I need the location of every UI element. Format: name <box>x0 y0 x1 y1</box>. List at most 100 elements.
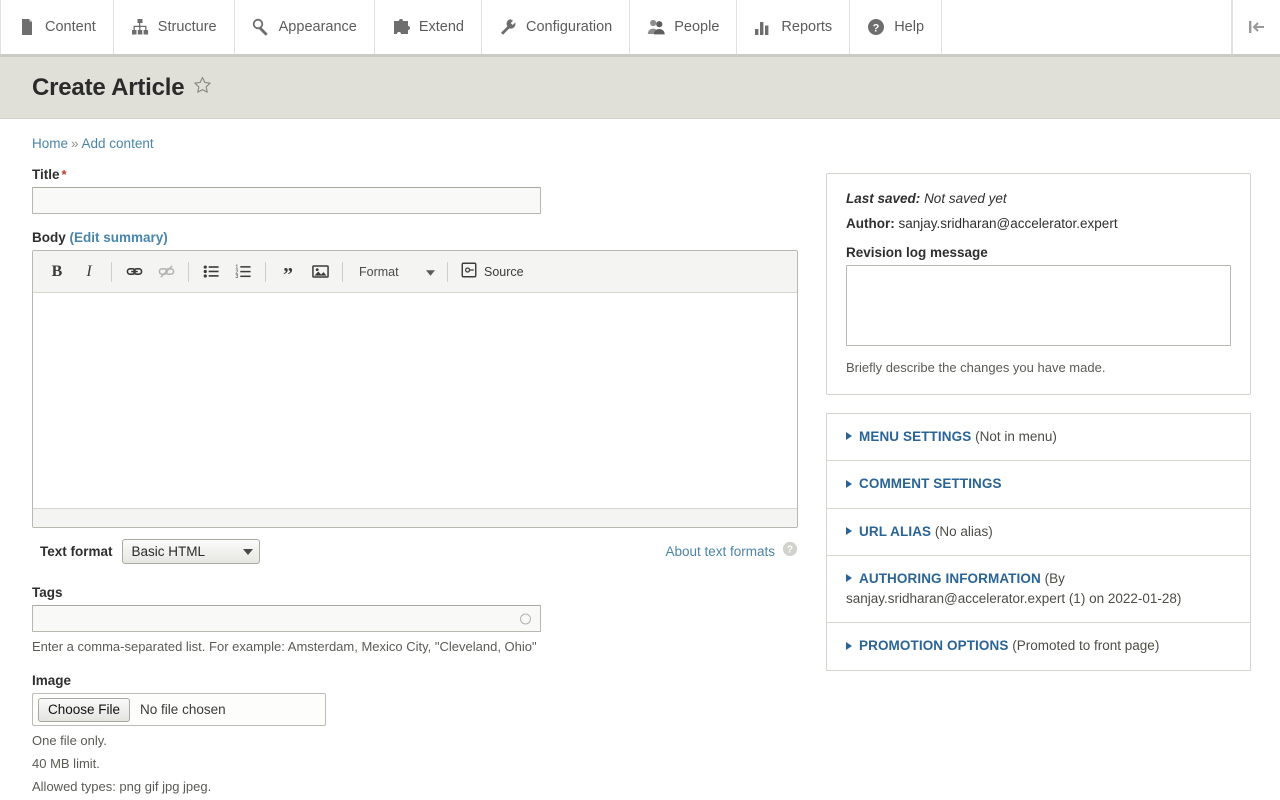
sidebar-section-promotion-options[interactable]: PROMOTION OPTIONS (Promoted to front pag… <box>826 623 1251 670</box>
node-meta-card: Last saved: Not saved yet Author: sanjay… <box>826 173 1251 395</box>
toolbar-tab-configuration[interactable]: Configuration <box>482 0 630 54</box>
revision-log-description: Briefly describe the changes you have ma… <box>846 360 1231 375</box>
tags-input-wrapper <box>32 605 541 632</box>
toolbar-separator <box>447 262 448 282</box>
editor-toolbar: B I <box>33 251 797 293</box>
blockquote-icon[interactable]: ” <box>275 259 301 285</box>
sidebar-section-authoring-information[interactable]: AUTHORING INFORMATION (By sanjay.sridhar… <box>826 556 1251 624</box>
title-label-text: Title <box>32 167 60 182</box>
toolbar-tab-extend[interactable]: Extend <box>375 0 482 54</box>
page-layout: Title* Body (Edit summary) B I <box>0 151 1280 800</box>
collapse-toolbar-icon[interactable] <box>1232 0 1280 54</box>
numbered-list-icon[interactable]: 1 2 3 <box>230 259 256 285</box>
source-button-label: Source <box>484 265 524 279</box>
puzzle-piece-icon <box>392 18 410 36</box>
toolbar-tab-help[interactable]: ? Help <box>850 0 942 54</box>
triangle-right-icon <box>846 642 852 650</box>
toolbar-tab-appearance[interactable]: Appearance <box>235 0 375 54</box>
format-dropdown[interactable]: Format <box>349 259 441 285</box>
revision-log-textarea[interactable] <box>846 265 1231 346</box>
breadcrumb-link-add-content[interactable]: Add content <box>82 136 154 151</box>
section-summary: (Promoted to front page) <box>1012 638 1159 653</box>
question-circle-icon: ? <box>867 18 885 36</box>
image-file-input[interactable]: Choose File No file chosen <box>32 693 326 726</box>
toolbar-tab-structure[interactable]: Structure <box>114 0 235 54</box>
bulleted-list-icon[interactable] <box>198 259 224 285</box>
body-field-group: Body (Edit summary) B I <box>32 230 798 528</box>
source-button[interactable]: Source <box>454 259 531 285</box>
text-format-label: Text format <box>40 544 113 559</box>
editor-resize-handle[interactable] <box>33 508 797 527</box>
image-description-2: 40 MB limit. <box>32 754 798 774</box>
toolbar-tab-label: Configuration <box>526 19 612 35</box>
choose-file-button[interactable]: Choose File <box>38 698 130 722</box>
blockquote-glyph: ” <box>283 265 293 285</box>
text-format-select[interactable]: Basic HTML <box>122 539 260 564</box>
link-icon[interactable] <box>121 259 147 285</box>
bold-glyph: B <box>52 263 63 281</box>
image-label: Image <box>32 673 798 688</box>
page-title: Create Article <box>32 74 184 102</box>
author-value: sanjay.sridharan@accelerator.expert <box>899 216 1118 231</box>
text-format-selected-value: Basic HTML <box>132 544 206 559</box>
section-summary: (No alias) <box>935 524 993 539</box>
title-input[interactable] <box>32 187 541 214</box>
star-outline-icon[interactable] <box>193 76 212 100</box>
tags-field-group: Tags Enter a comma-separated list. For e… <box>32 585 798 657</box>
sidebar-section-menu-settings[interactable]: MENU SETTINGS (Not in menu) <box>826 413 1251 461</box>
body-editable-area[interactable] <box>33 293 797 508</box>
toolbar-tab-label: Content <box>45 19 96 35</box>
toolbar-tab-label: People <box>674 19 719 35</box>
last-saved-key: Last saved: <box>846 191 920 206</box>
question-mark-icon[interactable]: ? <box>782 541 798 562</box>
tags-description: Enter a comma-separated list. For exampl… <box>32 637 798 657</box>
paintbrush-icon <box>252 18 270 36</box>
title-label: Title* <box>32 167 798 182</box>
breadcrumb-separator: » <box>71 136 79 151</box>
bar-chart-icon <box>754 18 772 36</box>
page-header: Create Article <box>0 57 1280 119</box>
bold-icon[interactable]: B <box>44 259 70 285</box>
sidebar-section-url-alias[interactable]: URL ALIAS (No alias) <box>826 509 1251 556</box>
image-description-3: Allowed types: png gif jpg jpeg. <box>32 777 798 797</box>
unlink-icon[interactable] <box>153 259 179 285</box>
image-icon[interactable] <box>307 259 333 285</box>
author-key: Author: <box>846 216 895 231</box>
wrench-icon <box>499 18 517 36</box>
toolbar-tab-label: Extend <box>419 19 464 35</box>
triangle-right-icon <box>846 480 852 488</box>
toolbar-tab-label: Help <box>894 19 924 35</box>
chevron-down-icon <box>426 265 435 279</box>
sidebar-section-comment-settings[interactable]: COMMENT SETTINGS <box>826 461 1251 508</box>
svg-text:3: 3 <box>235 274 238 280</box>
section-title: AUTHORING INFORMATION <box>859 571 1041 586</box>
document-icon <box>18 18 36 36</box>
sitemap-icon <box>131 18 149 36</box>
toolbar-tab-content[interactable]: Content <box>0 0 114 54</box>
breadcrumb-link-home[interactable]: Home <box>32 136 68 151</box>
triangle-right-icon <box>846 432 852 440</box>
section-title: PROMOTION OPTIONS <box>859 638 1008 653</box>
svg-text:?: ? <box>873 22 880 34</box>
triangle-right-icon <box>846 527 852 535</box>
section-summary: (Not in menu) <box>975 429 1057 444</box>
toolbar-tab-people[interactable]: People <box>630 0 737 54</box>
tags-input[interactable] <box>32 605 541 632</box>
toolbar-separator <box>265 262 266 282</box>
edit-summary-link[interactable]: (Edit summary) <box>70 230 168 245</box>
about-text-formats-link[interactable]: About text formats <box>665 544 775 559</box>
toolbar-separator <box>342 262 343 282</box>
required-marker: * <box>62 167 67 182</box>
source-code-icon <box>461 262 477 281</box>
autocomplete-throbber-icon <box>520 613 531 624</box>
text-format-right: About text formats ? <box>665 541 798 562</box>
body-label-text: Body <box>32 230 66 245</box>
italic-icon[interactable]: I <box>76 259 102 285</box>
toolbar-tab-label: Appearance <box>279 19 357 35</box>
text-format-row: Text format Basic HTML About text format… <box>32 539 798 564</box>
chevron-down-icon <box>243 549 253 555</box>
toolbar-spacer <box>942 0 1232 54</box>
text-format-left: Text format Basic HTML <box>40 539 260 564</box>
toolbar-tab-reports[interactable]: Reports <box>737 0 850 54</box>
main-content-column: Title* Body (Edit summary) B I <box>32 167 798 800</box>
